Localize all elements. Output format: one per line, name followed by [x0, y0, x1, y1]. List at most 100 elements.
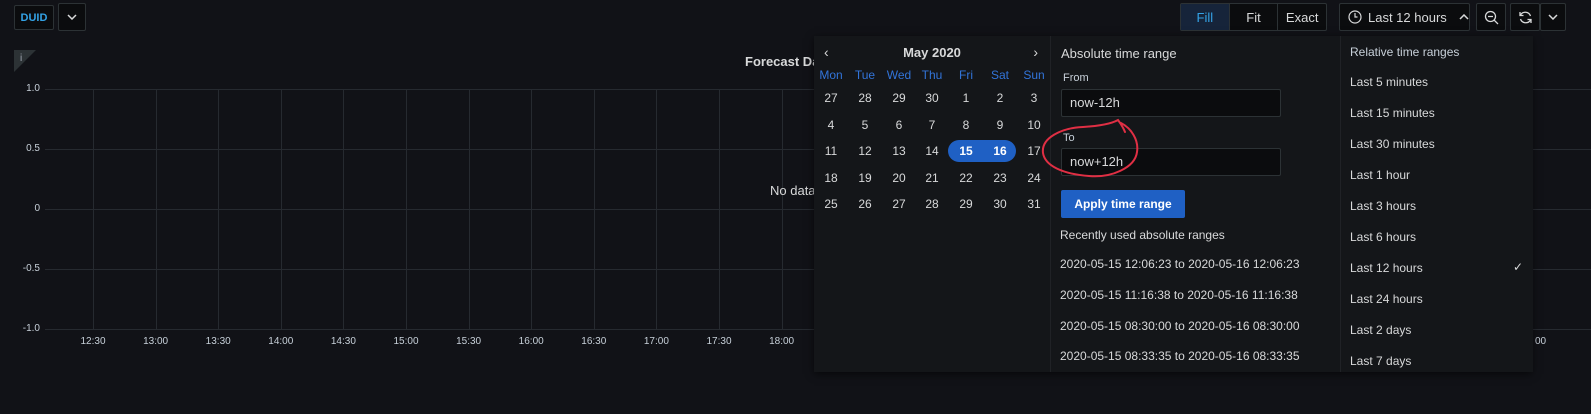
relative-range-option[interactable]: Last 15 minutes [1350, 106, 1435, 120]
calendar-day[interactable]: 21 [915, 168, 949, 188]
weekday-label: Mon [819, 68, 843, 82]
x-tick-label: 13:30 [205, 336, 231, 347]
x-tick-label: 15:30 [456, 336, 482, 347]
calendar-header: ‹ May 2020 › [814, 44, 1050, 64]
calendar-day[interactable]: 8 [949, 115, 983, 135]
weekday-label: Tue [854, 68, 876, 82]
calendar-day[interactable]: 4 [814, 115, 848, 135]
view-mode-group: Fill Fit Exact [1180, 3, 1327, 31]
weekday-label: Sun [1023, 68, 1045, 82]
x-tick-label: 13:00 [143, 336, 169, 347]
mode-fill-button[interactable]: Fill [1181, 4, 1230, 30]
grid-line-vertical [343, 89, 345, 329]
grid-line-vertical [155, 89, 157, 329]
chevron-down-icon [1548, 14, 1558, 20]
apply-time-range-button[interactable]: Apply time range [1061, 190, 1185, 218]
x-tick-label: 14:30 [330, 336, 356, 347]
calendar-day[interactable]: 29 [949, 194, 983, 214]
calendar-day[interactable]: 28 [915, 194, 949, 214]
mode-fit-button[interactable]: Fit [1230, 4, 1279, 30]
relative-range-option[interactable]: Last 24 hours [1350, 292, 1423, 306]
zoom-out-icon [1484, 10, 1498, 24]
relative-range-option[interactable]: Last 12 hours [1350, 261, 1423, 275]
red-annotation-circle [1041, 118, 1139, 178]
relative-range-option[interactable]: Last 2 days [1350, 323, 1411, 337]
recent-range-item[interactable]: 2020-05-15 11:16:38 to 2020-05-16 11:16:… [1060, 288, 1298, 302]
grid-line-vertical [93, 89, 94, 329]
recent-range-item[interactable]: 2020-05-15 08:30:00 to 2020-05-16 08:30:… [1060, 319, 1300, 333]
calendar-day[interactable]: 11 [814, 141, 848, 161]
calendar-day[interactable]: 3 [1017, 88, 1051, 108]
calendar-day[interactable]: 15 [949, 141, 983, 161]
calendar-day[interactable]: 28 [848, 88, 882, 108]
variable-dropdown-button[interactable] [58, 3, 86, 31]
mode-exact-button[interactable]: Exact [1278, 4, 1326, 30]
calendar-day[interactable]: 30 [915, 88, 949, 108]
calendar-day[interactable]: 13 [882, 141, 916, 161]
refresh-icon [1518, 11, 1532, 23]
recent-range-item[interactable]: 2020-05-15 12:06:23 to 2020-05-16 12:06:… [1060, 257, 1300, 271]
relative-range-option[interactable]: Last 1 hour [1350, 168, 1410, 182]
grid-line-vertical [593, 89, 595, 329]
next-month-button[interactable]: › [1033, 44, 1038, 60]
recent-range-item[interactable]: 2020-05-15 08:33:35 to 2020-05-16 08:33:… [1060, 349, 1300, 363]
calendar-day[interactable]: 18 [814, 168, 848, 188]
selected-check-icon: ✓ [1512, 260, 1523, 274]
calendar-day[interactable]: 25 [814, 194, 848, 214]
y-tick-label: 1.0 [26, 83, 40, 94]
time-picker-dropdown: ‹ May 2020 › Mon Tue Wed Thu Fri Sat Sun 27 28 29… [814, 36, 1533, 372]
y-tick-label: 0.5 [26, 143, 40, 154]
x-tick-label: 15:00 [393, 336, 419, 347]
calendar-day[interactable]: 31 [1017, 194, 1051, 214]
calendar-day[interactable]: 6 [882, 115, 916, 135]
grid-line-vertical [656, 89, 658, 329]
relative-range-option[interactable]: Last 30 minutes [1350, 137, 1435, 151]
x-tick-label: 17:00 [643, 336, 669, 347]
x-tick-label: 12:30 [80, 336, 106, 347]
grid-line-vertical [531, 89, 533, 329]
calendar: ‹ May 2020 › Mon Tue Wed Thu Fri Sat Sun 27 28 29… [814, 36, 1050, 220]
calendar-day[interactable]: 9 [983, 115, 1017, 135]
relative-range-option[interactable]: Last 5 minutes [1350, 75, 1428, 89]
grid-line-vertical [406, 89, 407, 329]
calendar-day[interactable]: 7 [915, 115, 949, 135]
calendar-day[interactable]: 5 [848, 115, 882, 135]
x-tick-label: 16:30 [581, 336, 607, 347]
refresh-interval-dropdown[interactable] [1540, 3, 1566, 31]
grid-line-vertical [781, 89, 783, 329]
relative-time-ranges-section: Relative time ranges Last 5 minutes Last … [1340, 36, 1533, 372]
calendar-month-title: May 2020 [903, 45, 961, 60]
calendar-day[interactable]: 30 [983, 194, 1017, 214]
calendar-day[interactable]: 27 [882, 194, 916, 214]
relative-ranges-heading: Relative time ranges [1350, 45, 1460, 59]
x-tick-clipped: 00 [1535, 336, 1547, 347]
panel-info-icon[interactable]: i [14, 50, 36, 72]
zoom-out-button[interactable] [1476, 3, 1506, 31]
relative-range-option[interactable]: Last 3 hours [1350, 199, 1416, 213]
chevron-down-icon [67, 14, 77, 20]
calendar-day[interactable]: 16 [983, 141, 1017, 161]
calendar-day[interactable]: 26 [848, 194, 882, 214]
calendar-day[interactable]: 22 [949, 168, 983, 188]
relative-range-option[interactable]: Last 7 days [1350, 354, 1411, 368]
grid-line-vertical [468, 89, 470, 329]
weekday-label: Thu [921, 68, 943, 82]
calendar-day[interactable]: 20 [882, 168, 916, 188]
relative-range-option[interactable]: Last 6 hours [1350, 230, 1416, 244]
calendar-day[interactable]: 23 [983, 168, 1017, 188]
y-tick-label: -0.5 [22, 263, 40, 274]
calendar-day[interactable]: 14 [915, 141, 949, 161]
calendar-day[interactable]: 19 [848, 168, 882, 188]
calendar-day[interactable]: 1 [949, 88, 983, 108]
refresh-button[interactable] [1510, 3, 1540, 31]
dashboard-variable-button[interactable]: DUID [14, 5, 54, 30]
calendar-day[interactable]: 12 [848, 141, 882, 161]
x-tick-label: 18:00 [769, 336, 795, 347]
time-range-picker-button[interactable]: Last 12 hours [1339, 3, 1470, 31]
grid-line-vertical [218, 89, 220, 329]
calendar-day[interactable]: 29 [882, 88, 916, 108]
calendar-day[interactable]: 27 [814, 88, 848, 108]
calendar-day[interactable]: 2 [983, 88, 1017, 108]
panel-title[interactable]: Forecast Dat [745, 54, 824, 69]
from-input[interactable]: now-12h [1061, 89, 1281, 117]
